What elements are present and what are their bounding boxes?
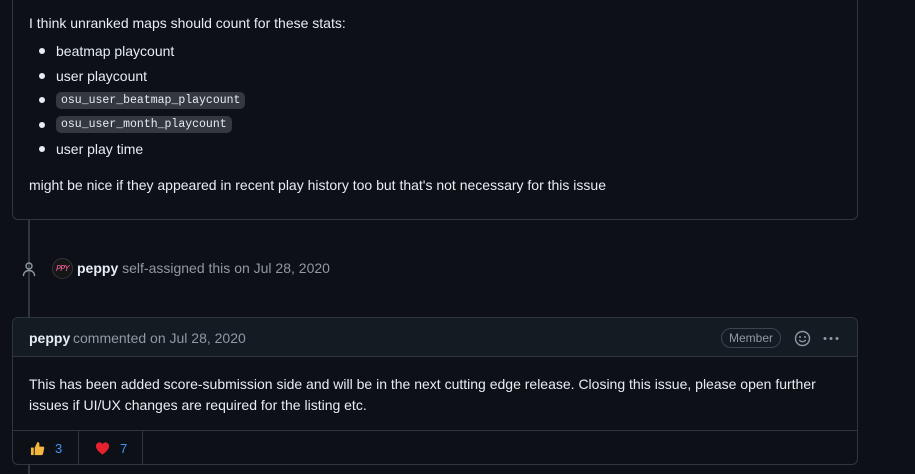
- stats-list: beatmap playcount user playcount osu_use…: [29, 39, 246, 162]
- kebab-horizontal-icon: [823, 337, 839, 340]
- timeline-line-bottom: [28, 464, 30, 474]
- member-badge: Member: [721, 328, 782, 348]
- avatar[interactable]: PPY: [52, 258, 73, 279]
- reaction-count: 7: [120, 440, 128, 456]
- add-reaction-button[interactable]: [794, 330, 811, 347]
- comment-paragraph: might be nice if they appeared in recent…: [29, 177, 606, 193]
- list-item-text: user playcount: [56, 67, 148, 84]
- list-item-text: beatmap playcount: [56, 43, 175, 60]
- comment-card: peppy commented on Jul 28, 2020 Member T…: [12, 317, 858, 465]
- list-item: osu_user_month_playcount: [29, 113, 245, 138]
- smiley-icon: [794, 330, 811, 347]
- inline-code: osu_user_month_playcount: [56, 116, 232, 134]
- issue-comment-body: I think unranked maps should count for t…: [12, 0, 858, 220]
- reaction-thumbs-up-button[interactable]: 3: [13, 431, 79, 465]
- timeline-event-assigned: PPY peppy self-assigned this on Jul 28, …: [0, 256, 600, 282]
- reaction-heart-button[interactable]: 7: [79, 431, 143, 465]
- reactions-bar: 3 7: [13, 430, 857, 465]
- event-date[interactable]: on Jul 28, 2020: [234, 260, 330, 276]
- list-item: user play time: [29, 137, 245, 162]
- event-action: self-assigned this: [122, 260, 231, 276]
- comment-timestamp[interactable]: commented on Jul 28, 2020: [73, 330, 246, 346]
- comment-paragraph: I think unranked maps should count for t…: [29, 15, 346, 31]
- person-icon: [21, 261, 37, 282]
- list-item: beatmap playcount: [29, 39, 245, 64]
- list-item: user playcount: [29, 64, 245, 89]
- thumbs-up-icon: [30, 441, 45, 455]
- heart-icon: [95, 441, 110, 455]
- event-user-link[interactable]: peppy: [77, 260, 118, 276]
- inline-code: osu_user_beatmap_playcount: [56, 91, 246, 109]
- comment-author[interactable]: peppy: [29, 330, 70, 346]
- comment-header: peppy commented on Jul 28, 2020 Member: [13, 318, 857, 357]
- event-text: peppy self-assigned this on Jul 28, 2020: [77, 260, 330, 276]
- reaction-count: 3: [55, 440, 63, 456]
- comment-paragraph: This has been added score-submission sid…: [29, 376, 816, 413]
- list-item: osu_user_beatmap_playcount: [29, 88, 246, 113]
- list-item-text: user play time: [56, 141, 144, 158]
- more-options-button[interactable]: [822, 330, 840, 347]
